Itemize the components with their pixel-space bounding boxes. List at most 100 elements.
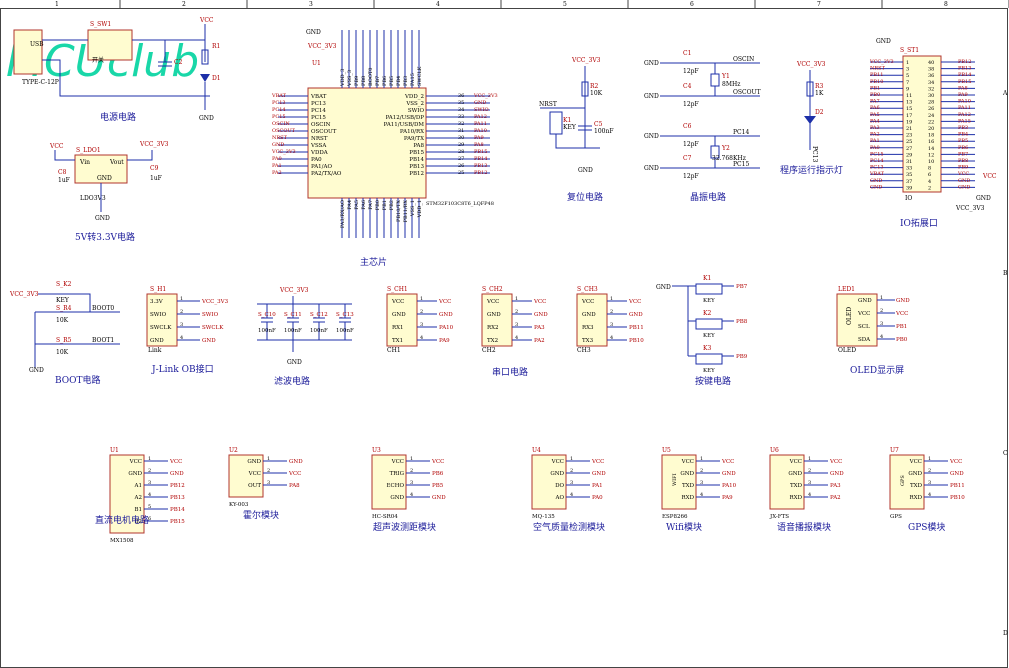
ultra-pin: TRIG	[390, 471, 404, 477]
air-net: PA0	[592, 495, 603, 501]
ldo-gnd-pin: GND	[97, 175, 112, 182]
ultra-pin-num: 3	[410, 480, 413, 486]
led-d: D2	[815, 109, 824, 116]
mcu-net-right: PB15	[474, 149, 487, 155]
boot-k: S_K2	[56, 281, 72, 288]
mcu-pin-bottom: PB1	[382, 200, 388, 210]
ultra-title: 超声波测距模块	[373, 521, 436, 533]
serial-pin: RX1	[392, 325, 404, 331]
mcu-pin-right: PB12	[409, 171, 424, 177]
mcu-net-left: GND	[272, 142, 284, 148]
hall-pin: VCC	[248, 471, 261, 477]
io-pin-left: 31	[906, 159, 912, 165]
mcu-pin-bottom: VDD_1	[417, 200, 423, 218]
key-switch	[695, 318, 723, 330]
key-label: KEY	[703, 298, 715, 304]
ruler-row-label: A	[1002, 90, 1008, 97]
crystal-title: 晶振电路	[690, 191, 726, 203]
motor-ref: U1	[110, 447, 119, 454]
mcu-pin-right: PB13	[409, 164, 424, 170]
io-pin-right: 22	[928, 119, 934, 125]
mcu-title: 主芯片	[360, 256, 387, 268]
filter-cap-ref: S_C12	[310, 312, 328, 318]
mcu-pin-left: VSSA	[310, 143, 327, 149]
power-res-ref: R1	[212, 43, 220, 50]
wifi-net: PA9	[722, 495, 733, 501]
boot-r4: S_R4	[56, 305, 72, 312]
reset-net: NRST	[539, 101, 557, 108]
mcu-pin-num: 32	[458, 121, 464, 127]
gps-net: GND	[950, 471, 964, 477]
reset-title: 复位电路	[567, 191, 603, 203]
mcu-pin-left: OSCIN	[311, 122, 331, 128]
ldo-ref: S_LDO1	[76, 147, 101, 154]
ldo-part: LDO3V3	[80, 195, 106, 202]
mcu-pin-right: PB15	[409, 150, 424, 156]
mcu-pin-num: 30	[458, 135, 464, 141]
io-net-right: PB15	[958, 79, 971, 85]
mcu-pin-bottom: PA3/RX/AO	[340, 200, 346, 228]
motor-pin-num: 1	[148, 456, 151, 462]
ruler-row-label: B	[1003, 270, 1008, 277]
ruler-col-label: 5	[563, 1, 567, 8]
oled-pin-num: 1	[880, 295, 883, 301]
filter-gnd: GND	[287, 359, 302, 366]
ruler-col-label: 3	[309, 1, 313, 8]
mcu-part: STM32F103C8T6_LQFP48	[426, 201, 494, 207]
ldo-c9: C9	[150, 165, 159, 172]
mcu-net-left: PC13	[272, 100, 286, 106]
crystal-gnd2: GND	[644, 93, 659, 100]
jlink-net: SWIO	[202, 312, 219, 318]
serial-pin: GND	[582, 312, 596, 318]
oled-pin-num: 4	[880, 334, 883, 340]
serial-pin: VCC	[581, 299, 594, 305]
wifi-body: WIFI	[672, 473, 678, 486]
io-pin-left: 23	[906, 133, 912, 139]
oled-ref: LED1	[838, 286, 855, 293]
io-title: IO拓展口	[900, 217, 938, 229]
crystal-y1v: 8MHz	[722, 81, 740, 88]
serial-pin-num: 2	[420, 309, 423, 315]
crystal-cv1: 12pF	[683, 68, 699, 75]
io-pin-right: 14	[928, 146, 934, 152]
ruler-col-label: 6	[690, 1, 694, 8]
io-pin-right: 36	[928, 73, 934, 79]
io-net-left: VBAT	[869, 171, 885, 177]
motor-net: PB15	[170, 519, 185, 525]
mcu-net-right: PB13	[474, 163, 487, 169]
jlink-net: GND	[202, 338, 216, 344]
mcu-net-right: PB12	[474, 170, 487, 176]
ldo-vin: Vin	[79, 159, 90, 166]
gps-pin-num: 4	[928, 492, 931, 498]
serial-net: VCC	[438, 299, 451, 305]
ldo-c8: C8	[58, 169, 67, 176]
oled-net: PB1	[896, 324, 907, 330]
ultra-pin: GND	[390, 495, 404, 501]
key-label: KEY	[703, 333, 715, 339]
mcu-supply: VCC_3V3	[307, 43, 337, 50]
io-vcc-r: VCC	[982, 173, 997, 180]
ruler-row-label: D	[1003, 630, 1008, 637]
io-net-left: PA3	[870, 125, 880, 131]
mcu-pin-top: PB7	[375, 76, 381, 86]
mcu-pin-left: PC13	[311, 101, 326, 107]
mcu-pin-left: OSCOUT	[311, 129, 337, 135]
serial-net: GND	[534, 312, 548, 318]
air-title: 空气质量检测模块	[533, 521, 605, 533]
air-ref: U4	[532, 447, 541, 454]
io-net-right: VCC	[957, 171, 969, 177]
mcu-pin-num: 35	[458, 100, 464, 106]
voice-pin: TXD	[790, 483, 803, 489]
ultra-pin: ECHO	[386, 483, 404, 489]
filter-cap-ref: S_C13	[336, 312, 354, 318]
io-net-right: PB6	[958, 145, 968, 151]
gps-part: GPS	[890, 514, 902, 520]
serial-net: PA10	[439, 325, 454, 331]
mcu-net-left: PC14	[272, 107, 286, 113]
io-net-right: PA10	[958, 99, 971, 105]
serial-pin: TX2	[487, 338, 498, 344]
keys-title: 按键电路	[695, 375, 731, 387]
wifi-net: PA10	[722, 483, 737, 489]
io-ref: S_ST1	[900, 47, 919, 54]
io-pin-left: 35	[906, 172, 912, 178]
